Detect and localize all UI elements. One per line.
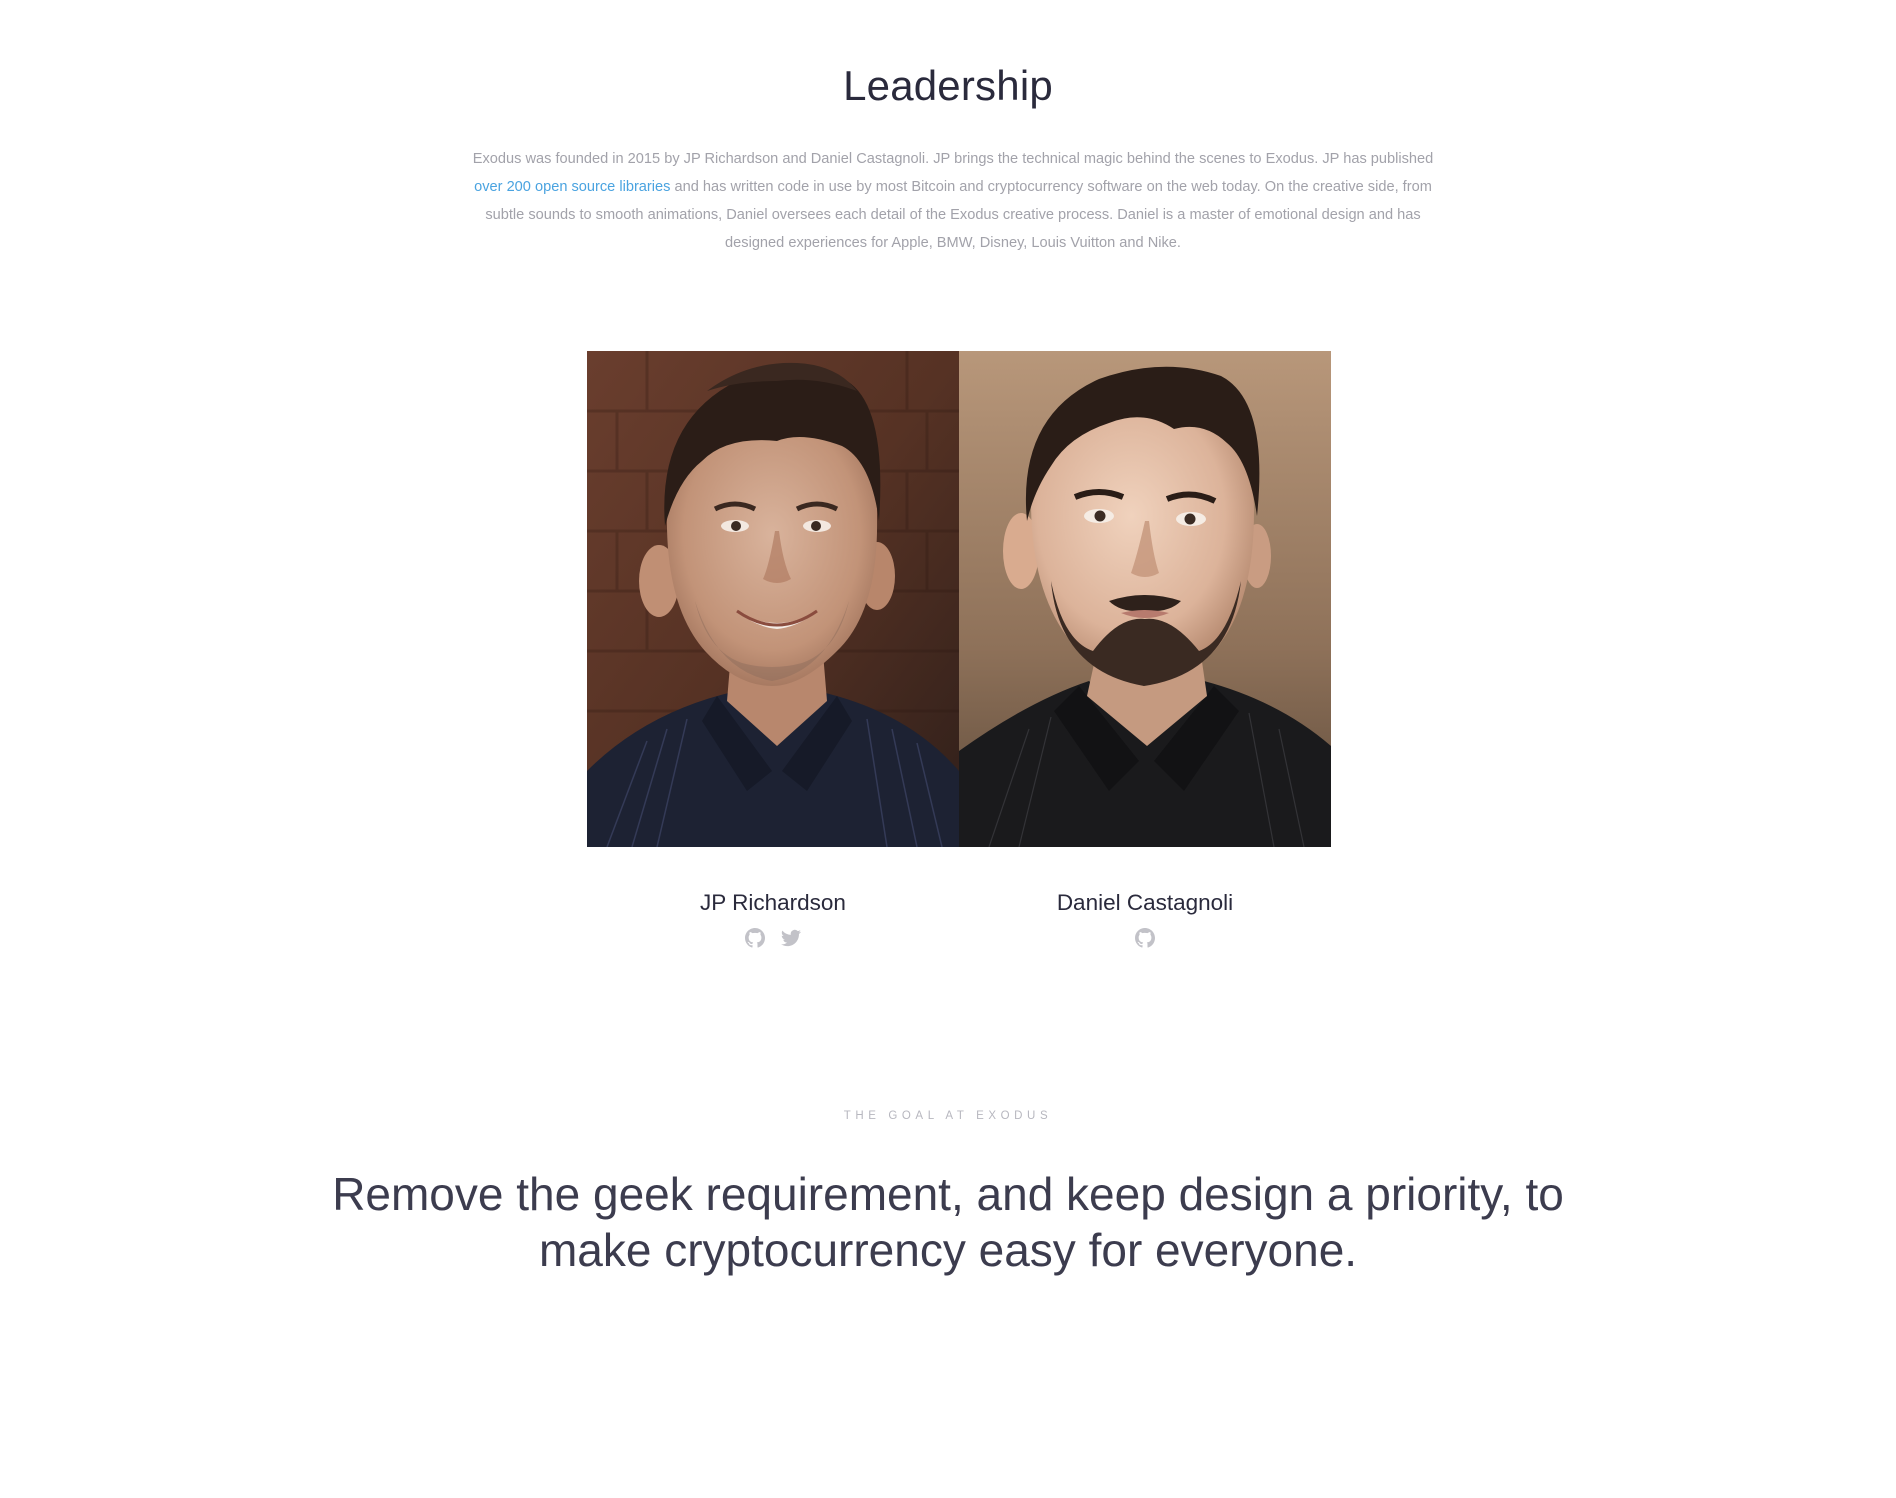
leadership-section: Leadership Exodus was founded in 2015 by… bbox=[0, 0, 1896, 1498]
open-source-libraries-link[interactable]: over 200 open source libraries bbox=[474, 179, 670, 195]
person-name-daniel-castagnoli: Daniel Castagnoli bbox=[1056, 890, 1234, 915]
goal-eyebrow: THE GOAL AT EXODUS bbox=[843, 1110, 1053, 1122]
twitter-icon[interactable] bbox=[781, 928, 801, 948]
github-icon[interactable] bbox=[745, 928, 765, 948]
goal-statement: Remove the geek requirement, and keep de… bbox=[332, 1168, 1564, 1276]
daniel-castagnoli-social-links bbox=[959, 928, 1331, 948]
jp-richardson-social-links bbox=[587, 928, 959, 948]
leadership-intro: Exodus was founded in 2015 by JP Richard… bbox=[468, 145, 1438, 257]
intro-text-part1: Exodus was founded in 2015 by JP Richard… bbox=[472, 151, 1434, 167]
daniel-castagnoli-photo bbox=[959, 351, 1331, 847]
founders-photos bbox=[587, 351, 1331, 847]
page-title: Leadership bbox=[843, 62, 1053, 109]
github-icon[interactable] bbox=[1135, 928, 1155, 948]
person-name-jp-richardson: JP Richardson bbox=[700, 890, 846, 915]
jp-richardson-photo bbox=[587, 351, 959, 847]
